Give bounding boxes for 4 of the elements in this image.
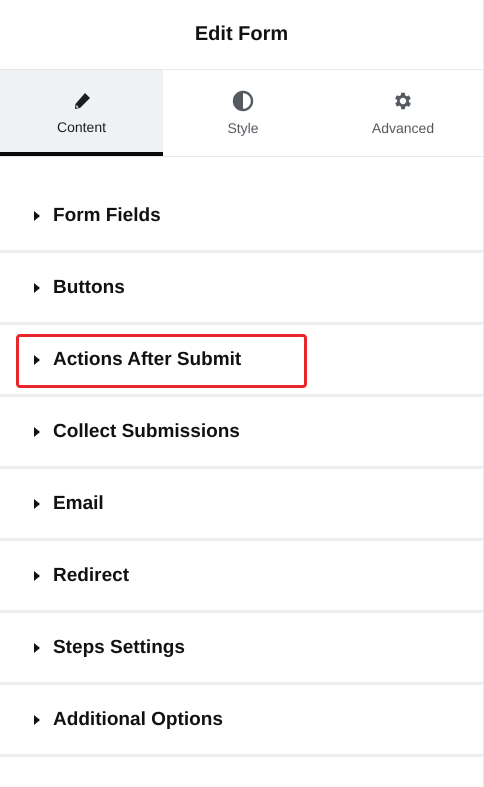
- panel-title: Edit Form: [194, 23, 288, 46]
- tab[interactable]: Content: [0, 70, 163, 156]
- gear-icon: [392, 90, 414, 112]
- contrast-icon: [232, 90, 254, 112]
